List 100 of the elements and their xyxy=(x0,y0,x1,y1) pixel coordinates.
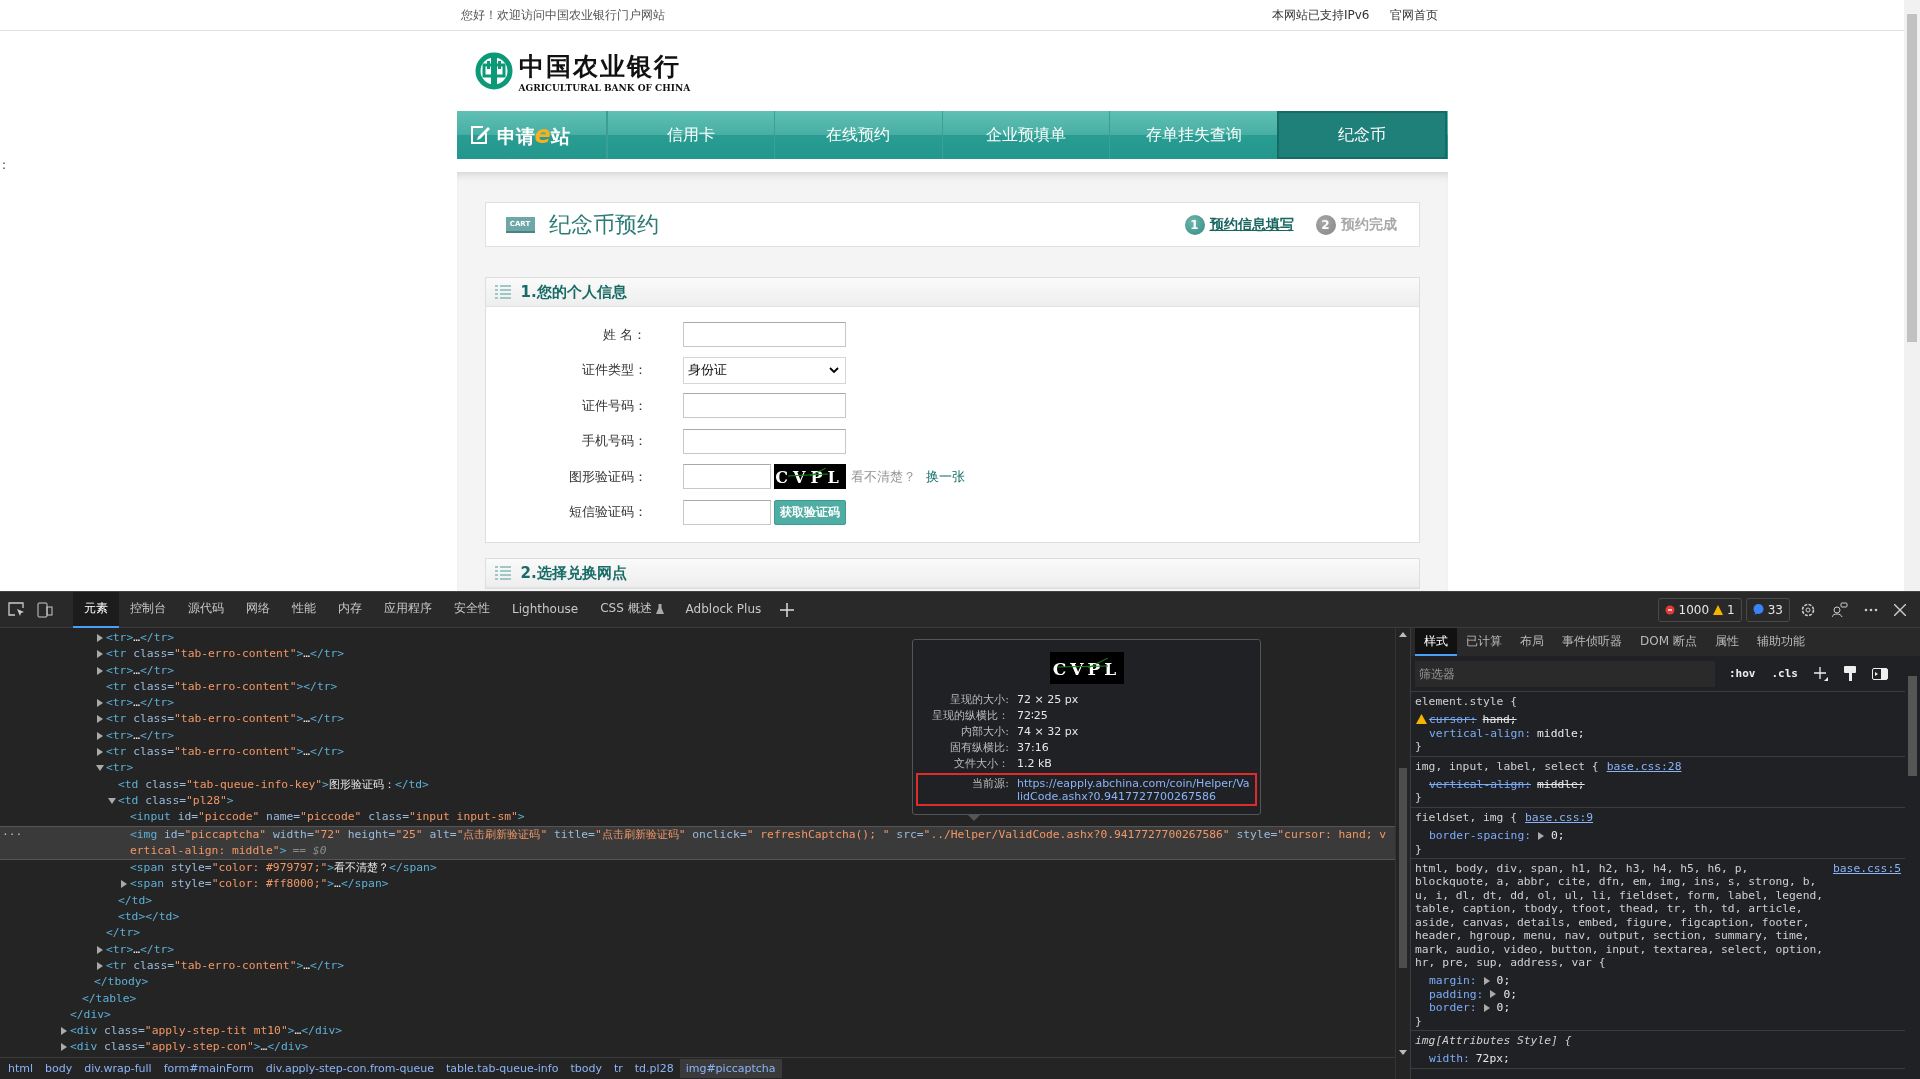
more-actions-icon[interactable]: ··· xyxy=(2,826,23,843)
devtools-tab[interactable]: 控制台 xyxy=(119,591,177,628)
toolbar-toggle[interactable]: :hov xyxy=(1727,667,1758,680)
new-rule-icon[interactable] xyxy=(1814,666,1828,681)
css-property[interactable]: cursor: xyxy=(1429,713,1477,727)
styles-tab[interactable]: 辅助功能 xyxy=(1747,628,1814,656)
scroll-thumb[interactable] xyxy=(1399,768,1407,968)
scroll-thumb[interactable] xyxy=(1908,676,1917,776)
dom-row[interactable]: <tr class="tab-erro-content">…</tr> xyxy=(0,711,351,728)
css-value[interactable]: 0; xyxy=(1551,829,1565,843)
inspect-icon[interactable] xyxy=(8,602,25,617)
dom-row[interactable]: <input id="piccode" name="piccode" class="input input-sm"> xyxy=(0,809,531,826)
css-value[interactable]: middle; xyxy=(1537,778,1585,792)
dom-row[interactable]: <div class="apply-step-tit mt10">…</div> xyxy=(0,1023,349,1040)
dom-row[interactable]: <tr>…</tr> xyxy=(0,630,181,647)
top-link[interactable]: 官网首页 xyxy=(1389,6,1438,24)
dom-row[interactable]: <td class="tab-queue-info-key">图形验证码：</td> xyxy=(0,776,435,793)
text-field[interactable] xyxy=(682,322,846,348)
filter-field[interactable]: 筛选器 xyxy=(1415,660,1715,687)
dom-row[interactable]: <tr>…</tr> xyxy=(0,727,181,745)
dom-row[interactable]: <tr class="tab-erro-content">…</tr> xyxy=(0,957,351,975)
sidebar-toggle-icon[interactable] xyxy=(1872,667,1888,680)
paint-roller-icon[interactable] xyxy=(1844,666,1856,681)
issues-counter[interactable]: 1000 1 xyxy=(1657,597,1742,622)
css-property[interactable]: vertical-align: xyxy=(1429,778,1532,792)
captcha-field[interactable] xyxy=(682,464,771,490)
dom-row[interactable]: <td class="pl28"> xyxy=(0,792,240,810)
expand-arrow-icon[interactable] xyxy=(120,880,128,889)
dom-row[interactable]: </td> xyxy=(0,892,159,910)
scroll-thumb[interactable] xyxy=(1907,14,1917,342)
id-type-select[interactable]: 身份证 xyxy=(682,356,846,384)
text-field[interactable] xyxy=(682,393,846,419)
expand-arrow-icon[interactable] xyxy=(1482,977,1491,985)
collapse-arrow-icon[interactable] xyxy=(96,764,104,773)
messages-counter[interactable]: 33 xyxy=(1745,597,1790,622)
breadcrumb-item[interactable]: div.wrap-full xyxy=(78,1059,158,1078)
stylesheet-link[interactable]: base.css:9 xyxy=(1525,810,1594,825)
breadcrumb-item[interactable]: form#mainForm xyxy=(157,1059,260,1078)
dom-row[interactable]: <tr class="tab-erro-content">…</tr> xyxy=(0,646,351,663)
refresh-captcha-link[interactable]: 换一张 xyxy=(925,467,965,486)
settings-icon[interactable] xyxy=(1800,601,1816,618)
dom-row[interactable]: </table> xyxy=(0,990,143,1007)
css-property[interactable]: vertical-align: xyxy=(1429,726,1532,741)
devtools-tab[interactable]: Adblock Plus xyxy=(674,591,773,628)
css-property[interactable]: border: xyxy=(1429,1001,1477,1015)
dom-row[interactable]: <td></td> xyxy=(0,909,186,926)
css-value[interactable]: 0; xyxy=(1496,974,1511,988)
collapse-arrow-icon[interactable] xyxy=(108,796,116,805)
remote-devices-icon[interactable] xyxy=(1832,601,1848,618)
scroll-down-icon[interactable] xyxy=(1399,1050,1407,1055)
breadcrumb-item[interactable]: tr xyxy=(607,1059,629,1078)
devtools-tab[interactable]: Lighthouse xyxy=(501,591,590,628)
css-value[interactable]: 0; xyxy=(1496,1001,1511,1015)
dom-row[interactable]: <tr>…</tr> xyxy=(0,662,181,679)
css-property[interactable]: width: xyxy=(1429,1052,1470,1066)
sms-code-field[interactable] xyxy=(682,499,771,525)
css-value[interactable]: hand; xyxy=(1482,713,1517,727)
expand-arrow-icon[interactable] xyxy=(1482,1003,1491,1012)
css-value[interactable]: 72px; xyxy=(1475,1052,1510,1066)
styles-tab[interactable]: 已计算 xyxy=(1457,628,1511,656)
devtools-tab[interactable]: 源代码 xyxy=(177,591,235,628)
breadcrumb-item[interactable]: table.tab-queue-info xyxy=(440,1059,565,1078)
styles-tab[interactable]: 布局 xyxy=(1511,628,1553,656)
close-icon[interactable] xyxy=(1894,603,1906,616)
dom-row[interactable]: <tr>…</tr> xyxy=(0,695,181,712)
devtools-tab[interactable]: 性能 xyxy=(281,591,327,628)
dom-row[interactable] xyxy=(0,825,1395,861)
devtools-tab[interactable]: 元素 xyxy=(73,591,119,628)
css-value[interactable]: middle; xyxy=(1537,726,1585,741)
dom-row[interactable]: </div> xyxy=(0,1006,117,1024)
css-property[interactable]: border-spacing: xyxy=(1429,829,1532,843)
stylesheet-link[interactable]: base.css:5 xyxy=(1833,862,1901,876)
breadcrumb-item[interactable]: tbody xyxy=(564,1059,608,1078)
breadcrumb-item[interactable]: html xyxy=(2,1059,40,1078)
add-tab-icon[interactable] xyxy=(780,602,795,617)
dom-row[interactable]: <tr> xyxy=(0,760,140,777)
step-link[interactable]: 预约信息填写 xyxy=(1209,215,1294,234)
dom-row[interactable]: </tbody> xyxy=(0,974,155,991)
css-value[interactable]: 0; xyxy=(1503,987,1518,1002)
css-property[interactable]: margin: xyxy=(1429,974,1477,988)
devtools-tab[interactable]: 内存 xyxy=(327,591,373,628)
top-link[interactable]: 本网站已支持IPv6 xyxy=(1272,6,1370,24)
expand-arrow-icon[interactable] xyxy=(1537,831,1546,840)
styles-tab[interactable]: 属性 xyxy=(1705,628,1748,656)
scrollbar[interactable] xyxy=(1904,0,1920,591)
dom-row[interactable]: <span style="color: #979797;">看不清楚？</span> xyxy=(0,860,443,877)
toolbar-toggle[interactable]: .cls xyxy=(1769,667,1800,680)
styles-tab[interactable]: DOM 断点 xyxy=(1631,628,1706,656)
breadcrumb-item[interactable]: div.apply-step-con.from-queue xyxy=(259,1059,440,1078)
dom-row[interactable]: </tr> xyxy=(0,925,147,942)
expand-arrow-icon[interactable] xyxy=(1489,990,1498,999)
devtools-tab[interactable]: 安全性 xyxy=(443,591,501,628)
breadcrumb-item[interactable]: body xyxy=(39,1059,79,1078)
dom-row[interactable]: <span style="color: #ff8000;">…</span> xyxy=(0,876,395,893)
dom-row[interactable]: <tr>…</tr> xyxy=(0,941,181,958)
scrollbar[interactable] xyxy=(1395,628,1410,1079)
devtools-tab[interactable]: 网络 xyxy=(235,591,281,628)
device-toolbar-icon[interactable] xyxy=(37,601,53,618)
dom-row[interactable]: <div class="apply-step-con">…</div> xyxy=(0,1039,315,1056)
captcha-image[interactable]: CVPL xyxy=(773,464,846,490)
